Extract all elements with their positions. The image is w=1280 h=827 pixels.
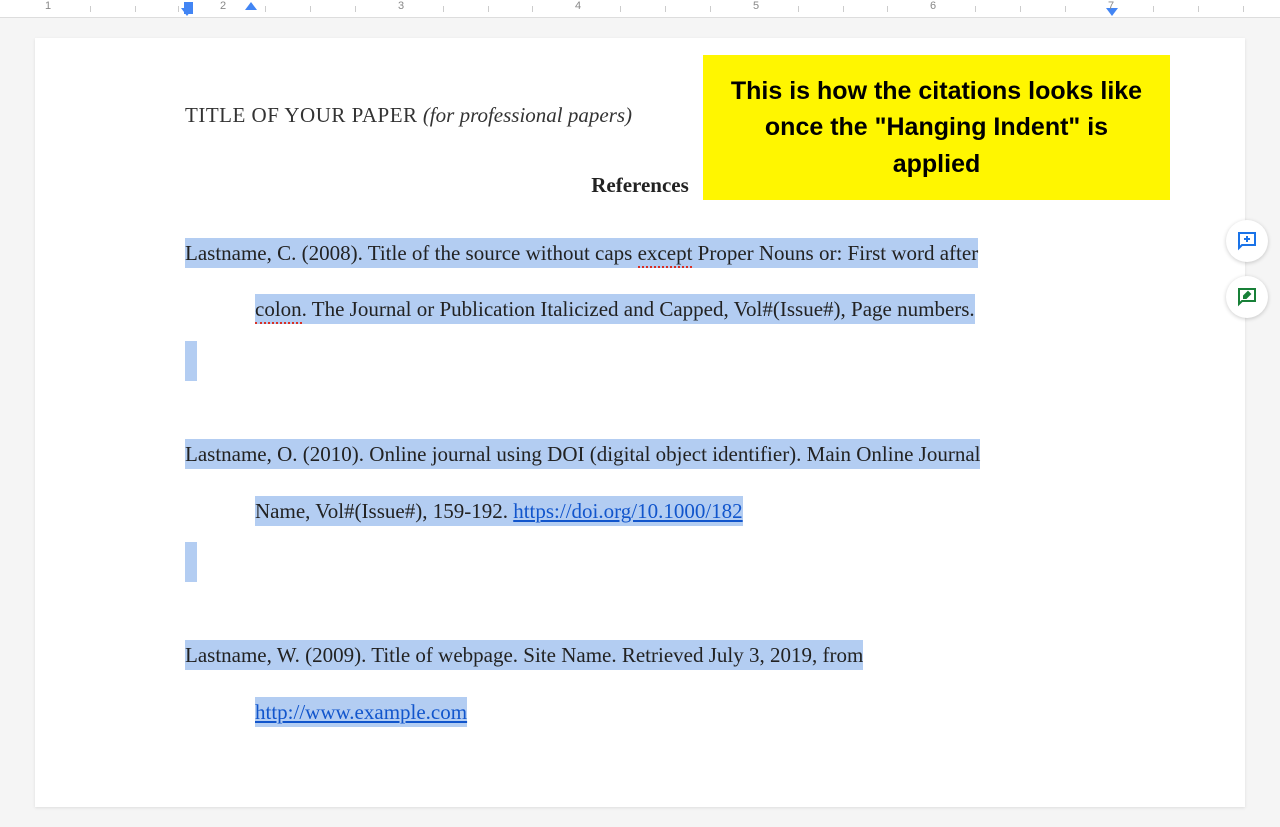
side-toolbar [1226, 220, 1268, 318]
selection-highlight [185, 542, 197, 582]
url-link[interactable]: http://www.example.com [255, 700, 467, 724]
add-comment-icon [1235, 229, 1259, 253]
horizontal-ruler[interactable]: 1 2 3 4 5 6 7 [0, 0, 1280, 18]
paper-title: TITLE OF YOUR PAPER [185, 103, 418, 127]
citation-line: http://www.example.com [255, 697, 467, 727]
left-indent-marker[interactable] [181, 8, 193, 16]
suggest-edits-button[interactable] [1226, 276, 1268, 318]
spelling-error: colon [255, 297, 302, 324]
citation-line: colon. The Journal or Publication Italic… [255, 294, 975, 324]
suggest-edits-icon [1235, 285, 1259, 309]
citation-line: Name, Vol#(Issue#), 159-192. https://doi… [255, 496, 743, 526]
ruler-tick: 2 [220, 0, 226, 17]
citations-block[interactable]: Lastname, C. (2008). Title of the source… [185, 228, 1095, 737]
add-comment-button[interactable] [1226, 220, 1268, 262]
ruler-tick: 7 [1108, 0, 1114, 17]
doi-link[interactable]: https://doi.org/10.1000/182 [513, 499, 742, 523]
citation-entry: Lastname, W. (2009). Title of webpage. S… [185, 630, 1095, 737]
ruler-tick: 5 [753, 0, 759, 17]
citation-entry: Lastname, O. (2010). Online journal usin… [185, 429, 1095, 600]
annotation-callout: This is how the citations looks like onc… [703, 55, 1170, 200]
spelling-error: except [638, 241, 693, 268]
selection-highlight [185, 341, 197, 381]
ruler-tick: 6 [930, 0, 936, 17]
ruler-tick: 3 [398, 0, 404, 17]
paper-subtitle: (for professional papers) [423, 103, 632, 127]
citation-line: Lastname, W. (2009). Title of webpage. S… [185, 640, 863, 670]
ruler-tick: 4 [575, 0, 581, 17]
citation-entry: Lastname, C. (2008). Title of the source… [185, 228, 1095, 399]
ruler-tick: 1 [45, 0, 51, 17]
citation-line: Lastname, C. (2008). Title of the source… [185, 238, 978, 268]
citation-line: Lastname, O. (2010). Online journal usin… [185, 439, 980, 469]
first-line-indent-marker[interactable] [245, 2, 257, 10]
